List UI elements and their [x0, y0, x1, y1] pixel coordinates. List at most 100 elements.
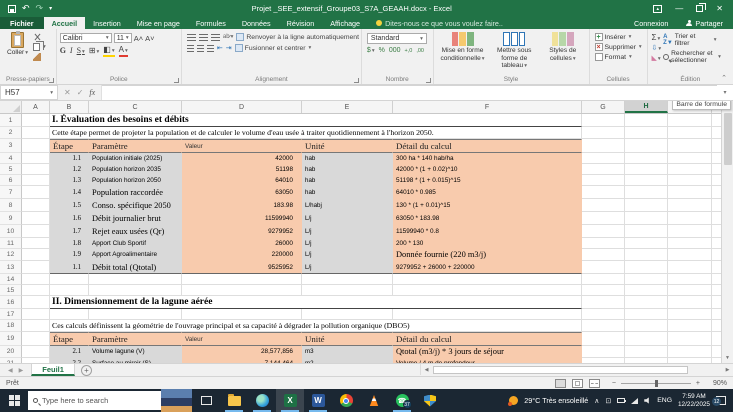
word-taskbar-button[interactable]: W — [304, 389, 332, 412]
zoom-slider-thumb[interactable] — [655, 380, 658, 387]
cell-G16[interactable] — [582, 296, 625, 309]
grow-font-icon[interactable]: A˄ — [134, 34, 143, 43]
cell-valeur[interactable]: 183.98 — [182, 199, 302, 212]
row-header-7[interactable]: 7 — [0, 186, 22, 199]
cell-etape[interactable]: 1.8 — [50, 238, 89, 249]
cell-H6[interactable] — [625, 175, 668, 186]
cell-parametre[interactable]: Population raccordée — [89, 186, 182, 199]
font-name-select[interactable]: Calibri — [60, 33, 112, 43]
cell-I16[interactable] — [668, 296, 712, 309]
row-header-4[interactable]: 4 — [0, 153, 22, 164]
sheet-nav-left-icon[interactable]: ◀ — [8, 367, 13, 374]
column-header-D[interactable]: D — [182, 101, 302, 113]
tab-fichier[interactable]: Fichier — [0, 17, 44, 29]
horizontal-scrollbar[interactable]: ◀ ▶ — [420, 364, 733, 375]
defender-button[interactable] — [416, 389, 444, 412]
cell-G15[interactable] — [582, 285, 625, 296]
font-size-select[interactable]: 11 — [114, 33, 132, 43]
cell-I11[interactable] — [668, 238, 712, 249]
cell-I5[interactable] — [668, 164, 712, 175]
cell-A6[interactable] — [22, 175, 50, 186]
cell-detail[interactable]: 11599940 * 0.8 — [393, 225, 582, 238]
cell-empty[interactable] — [393, 274, 582, 285]
cell-empty[interactable] — [302, 274, 393, 285]
cell-unite[interactable]: L/j — [302, 212, 393, 225]
row-header-11[interactable]: 11 — [0, 238, 22, 249]
cell-I10[interactable] — [668, 225, 712, 238]
clear-button[interactable]: ◣ — [652, 54, 662, 62]
cell-unite[interactable]: L/j — [302, 249, 393, 261]
cell-G6[interactable] — [582, 175, 625, 186]
edge-button[interactable] — [248, 389, 276, 412]
cell-valeur[interactable]: 26000 — [182, 238, 302, 249]
italic-button[interactable]: I — [70, 46, 73, 55]
cell-G12[interactable] — [582, 249, 625, 261]
align-right-icon[interactable] — [207, 45, 214, 52]
cell-detail[interactable]: 64010 * 0.985 — [393, 186, 582, 199]
fill-button[interactable]: ⇩ — [652, 44, 662, 52]
cell-detail[interactable]: 63050 * 183.98 — [393, 212, 582, 225]
cell-G1[interactable] — [582, 114, 625, 127]
cell-I9[interactable] — [668, 212, 712, 225]
cell-empty[interactable] — [182, 274, 302, 285]
clipboard-dialog-launcher-icon[interactable] — [49, 78, 54, 83]
column-header-H[interactable]: H — [625, 101, 668, 113]
taskbar-search[interactable]: Type here to search — [28, 391, 161, 410]
row-header-17[interactable]: 17 — [0, 309, 22, 320]
cell-detail[interactable]: Qtotal (m3/j) * 3 jours de séjour — [393, 346, 582, 358]
cell-A8[interactable] — [22, 199, 50, 212]
align-left-icon[interactable] — [187, 45, 194, 52]
save-icon[interactable] — [8, 5, 16, 13]
pen-tray-icon[interactable]: ⊡ — [605, 397, 611, 405]
cell-parametre[interactable]: Débit journalier brut — [89, 212, 182, 225]
vlc-button[interactable] — [360, 389, 388, 412]
cell-I13[interactable] — [668, 261, 712, 274]
cell-H4[interactable] — [625, 153, 668, 164]
cell-unite[interactable]: L/j — [302, 225, 393, 238]
cell-A1[interactable] — [22, 114, 50, 127]
cell-H7[interactable] — [625, 186, 668, 199]
cell-parametre[interactable]: Population horizon 2035 — [89, 164, 182, 175]
cell-I19[interactable] — [668, 332, 712, 346]
cell-A5[interactable] — [22, 164, 50, 175]
cell-unite[interactable]: L/j — [302, 238, 393, 249]
header-detail[interactable]: Détail du calcul — [393, 139, 582, 153]
header-etape[interactable]: Étape — [50, 332, 89, 346]
cell-H3[interactable] — [625, 139, 668, 153]
section-title[interactable]: I. Évaluation des besoins et débits — [50, 114, 582, 127]
qat-customize-icon[interactable]: ▾ — [49, 5, 52, 12]
borders-icon[interactable]: ⊞ — [89, 46, 99, 55]
cell-G13[interactable] — [582, 261, 625, 274]
page-layout-view-icon[interactable] — [572, 379, 583, 388]
tab-mise-en-page[interactable]: Mise en page — [129, 17, 188, 29]
cell-H1[interactable] — [625, 114, 668, 127]
scroll-left-icon[interactable]: ◀ — [421, 367, 432, 373]
clock[interactable]: 7:59 AM12/22/2025 — [678, 393, 710, 408]
header-valeur[interactable]: Valeur — [182, 332, 302, 346]
column-header-F[interactable]: F — [393, 101, 582, 113]
header-valeur[interactable]: Valeur — [182, 139, 302, 153]
copy-button[interactable] — [33, 43, 46, 51]
tab-donnees[interactable]: Données — [234, 17, 279, 29]
minimize-button[interactable]: — — [675, 4, 683, 13]
cell-G3[interactable] — [582, 139, 625, 153]
cell-A14[interactable] — [22, 274, 50, 285]
autosum-button[interactable]: Σ — [652, 33, 662, 42]
row-header-15[interactable]: 15 — [0, 285, 22, 296]
alignment-dialog-launcher-icon[interactable] — [354, 78, 359, 83]
cell-valeur[interactable]: 42000 — [182, 153, 302, 164]
cell-G9[interactable] — [582, 212, 625, 225]
paste-button[interactable]: Coller — [3, 31, 32, 73]
cell-unite[interactable]: hab — [302, 164, 393, 175]
wrap-text-button[interactable]: Renvoyer à la ligne automatiquement — [236, 33, 359, 41]
cell-I14[interactable] — [668, 274, 712, 285]
cell-empty[interactable] — [302, 309, 393, 320]
align-top-icon[interactable] — [187, 34, 196, 41]
notification-center-icon[interactable]: 12 — [716, 396, 726, 405]
select-all-corner[interactable] — [0, 101, 22, 113]
cell-H20[interactable] — [625, 346, 668, 358]
header-parametre[interactable]: Paramètre — [89, 332, 182, 346]
cell-A18[interactable] — [22, 320, 50, 332]
cell-valeur[interactable]: 11599940 — [182, 212, 302, 225]
cell-unite[interactable]: hab — [302, 186, 393, 199]
